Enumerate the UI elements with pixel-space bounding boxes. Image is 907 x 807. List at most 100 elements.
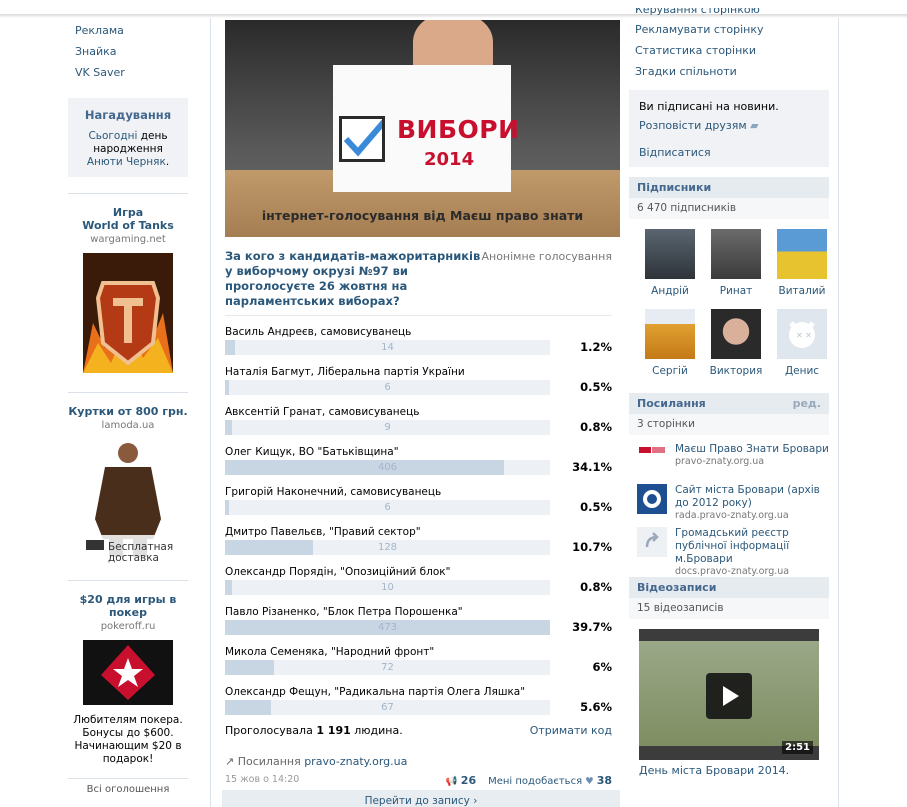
avatar[interactable]: [711, 229, 761, 279]
avatar[interactable]: [777, 229, 827, 279]
heart-icon: ♥: [585, 776, 594, 787]
like-count: 38: [596, 774, 612, 787]
link-item[interactable]: Сайт міста Бровари (архів до 2012 року) r…: [629, 478, 829, 521]
member-item[interactable]: Виктория: [703, 309, 769, 377]
poll-answer[interactable]: Авксентій Гранат, самовисуванець 9 0.8%: [225, 406, 612, 436]
poll: За кого з кандидатів-мажоритарників у ви…: [225, 237, 615, 787]
videos-header[interactable]: Відеозаписи: [629, 577, 829, 598]
links-count[interactable]: 3 сторінки: [629, 414, 829, 435]
svg-text:✕ ✕: ✕ ✕: [796, 331, 812, 340]
world-of-tanks-logo-image[interactable]: [83, 253, 173, 373]
avatar[interactable]: [645, 229, 695, 279]
subscribers-grid: Андрій Ринат Виталий Сергій Виктория ✕ ✕…: [629, 219, 829, 377]
ad-title[interactable]: Игра World of Tanks: [68, 206, 188, 232]
post-date[interactable]: 15 жов о 14:20: [225, 774, 299, 787]
poll-answer[interactable]: Павло Різаненко, "Блок Петра Порошенка" 4…: [225, 606, 612, 636]
like-button[interactable]: Мені подобається ♥ 38: [488, 774, 612, 787]
video-thumbnail[interactable]: 2:51: [639, 629, 819, 760]
poster-year: 2014: [424, 149, 475, 170]
column-divider: [838, 18, 839, 807]
answer-bar: 9: [225, 420, 550, 435]
link-item[interactable]: Маєш Право Знати Бровари pravo-znaty.org.…: [629, 435, 829, 478]
answer-name: Олег Кищук, ВО "Батьківщина": [225, 446, 399, 458]
poll-total-count: 1 191: [316, 724, 351, 737]
answer-percent: 1.2%: [580, 340, 612, 354]
links-header[interactable]: Посилання ред.: [629, 393, 829, 414]
member-item[interactable]: Андрій: [637, 229, 703, 297]
link-title[interactable]: Громадський реєстр публічної інформації …: [675, 527, 829, 566]
avatar[interactable]: [645, 309, 695, 359]
ad-world-of-tanks[interactable]: Игра World of Tanks wargaming.net: [68, 193, 188, 384]
poll-answer[interactable]: Олександр Порядін, "Опозиційний блок" 10 0…: [225, 566, 612, 596]
left-menu-item-znayka[interactable]: Знайка: [68, 41, 188, 62]
answer-percent: 0.8%: [580, 420, 612, 434]
source-link[interactable]: pravo-znaty.org.ua: [304, 755, 407, 768]
reminder-person-link[interactable]: Анюти Черняк: [87, 156, 166, 168]
elections-poster-image[interactable]: ВИБОРИ 2014 інтернет-голосування від Має…: [225, 20, 620, 237]
speech-bubble-icon: ▰: [750, 119, 759, 132]
reminder-today-link[interactable]: Сьогодні: [88, 130, 137, 142]
links-edit-button[interactable]: ред.: [793, 393, 821, 414]
member-name[interactable]: Виталий: [769, 285, 835, 297]
ad-jackets[interactable]: Куртки от 800 грн. lamoda.ua Бесплатная …: [68, 392, 188, 592]
answer-bar: 6: [225, 380, 550, 395]
pokerstars-logo-image[interactable]: [83, 640, 173, 705]
answer-name: Наталія Багмут, Ліберальна партія Україн…: [225, 366, 465, 378]
all-ads-link[interactable]: Всі оголошення: [68, 778, 188, 795]
member-name[interactable]: Андрій: [637, 285, 703, 297]
answer-percent: 0.8%: [580, 580, 612, 594]
repost-button[interactable]: 📢 26: [446, 774, 476, 787]
answer-count: 67: [381, 702, 394, 713]
go-to-post-button[interactable]: Перейти до запису ›: [222, 790, 620, 807]
left-menu-item-ads[interactable]: Реклама: [68, 20, 188, 41]
poll-question: За кого з кандидатів-мажоритарників у ви…: [225, 249, 481, 308]
play-icon[interactable]: [706, 673, 752, 719]
menu-item-stats[interactable]: Статистика сторінки: [629, 40, 829, 61]
checkmark-icon: [343, 115, 391, 157]
ad-poker[interactable]: $20 для игры в покер pokeroff.ru Любител…: [68, 580, 188, 774]
poll-total-prefix: Проголосувала: [225, 724, 313, 737]
member-item[interactable]: ✕ ✕ Денис: [769, 309, 835, 377]
avatar[interactable]: ✕ ✕: [777, 309, 827, 359]
subscribers-count[interactable]: 6 470 підписників: [629, 198, 829, 219]
member-name[interactable]: Виктория: [703, 365, 769, 377]
poll-answer[interactable]: Василь Андреєв, самовисуванець 14 1.2%: [225, 326, 612, 356]
link-title[interactable]: Сайт міста Бровари (архів до 2012 року): [675, 484, 829, 510]
member-item[interactable]: Ринат: [703, 229, 769, 297]
ad-title[interactable]: Куртки от 800 грн.: [68, 405, 188, 418]
poll-answer[interactable]: Григорій Наконечний, самовисуванець 6 0.5%: [225, 486, 612, 516]
member-item[interactable]: Сергій: [637, 309, 703, 377]
left-menu-item-vksaver[interactable]: VK Saver: [68, 62, 188, 83]
go-to-post-label: Перейти до запису: [364, 795, 470, 807]
poll-answer[interactable]: Наталія Багмут, Ліберальна партія Україн…: [225, 366, 612, 396]
poll-answer[interactable]: Олег Кищук, ВО "Батьківщина" 406 34.1%: [225, 446, 612, 476]
member-name[interactable]: Сергій: [637, 365, 703, 377]
ad-description: Любителям покера. Бонусы до $600. Начина…: [73, 714, 183, 765]
poll-answer[interactable]: Микола Семеняка, "Народний фронт" 72 6%: [225, 646, 612, 676]
menu-item-manage[interactable]: Керування сторінкою: [629, 8, 829, 19]
member-name[interactable]: Денис: [769, 365, 835, 377]
ad-domain: pokeroff.ru: [100, 621, 156, 632]
menu-item-mentions[interactable]: Згадки спільноти: [629, 61, 829, 82]
ad-title[interactable]: $20 для игры в покер: [68, 593, 188, 619]
menu-item-promote[interactable]: Рекламувати сторінку: [629, 19, 829, 40]
member-item[interactable]: Виталий: [769, 229, 835, 297]
checkbox-graphic: [339, 115, 391, 162]
videos-count[interactable]: 15 відеозаписів: [629, 598, 829, 619]
member-name[interactable]: Ринат: [703, 285, 769, 297]
link-title[interactable]: Маєш Право Знати Бровари: [675, 443, 829, 456]
get-code-link[interactable]: Отримати код: [530, 724, 612, 737]
answer-bar: 128: [225, 540, 550, 555]
answer-bar: 406: [225, 460, 550, 475]
unsubscribe-link[interactable]: Відписатися: [639, 146, 819, 159]
link-arrow-icon: [637, 527, 667, 557]
tell-friends-button[interactable]: Розповісти друзям ▰: [639, 119, 819, 132]
subscribers-header[interactable]: Підписники: [629, 177, 829, 198]
link-item[interactable]: Громадський реєстр публічної інформації …: [629, 521, 829, 577]
avatar[interactable]: [711, 309, 761, 359]
poll-answer[interactable]: Олександр Фещун, "Радикальна партія Олег…: [225, 686, 612, 716]
video-title[interactable]: День міста Бровари 2014.: [639, 764, 829, 777]
link-domain: docs.pravo-znaty.org.ua: [675, 566, 790, 577]
poll-answer[interactable]: Дмитро Павельєв, "Правий сектор" 128 10.7%: [225, 526, 612, 556]
link-domain: rada.pravo-znaty.org.ua: [675, 510, 789, 521]
